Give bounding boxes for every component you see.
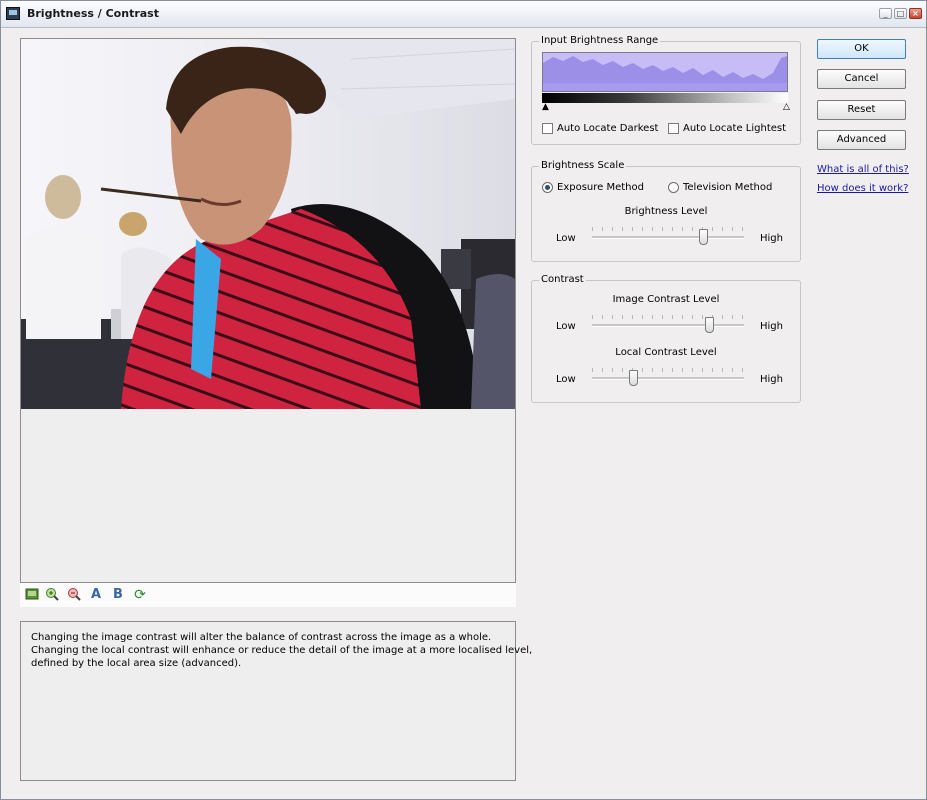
ok-button[interactable]: OK: [817, 39, 906, 59]
slider-thumb[interactable]: [705, 317, 715, 333]
preview-photo: [21, 39, 515, 409]
brightness-scale-group: Brightness Scale Exposure Method Televis…: [531, 160, 801, 262]
local-contrast-slider[interactable]: [592, 366, 744, 386]
radio-button[interactable]: [542, 182, 553, 193]
high-label: High: [760, 321, 783, 332]
slider-thumb[interactable]: [698, 229, 708, 245]
exposure-method-radio[interactable]: Exposure Method: [542, 182, 644, 193]
lightest-marker-icon[interactable]: △: [783, 102, 790, 112]
compare-b-icon[interactable]: B: [110, 587, 126, 603]
description-line: Changing the image contrast will alter t…: [31, 632, 492, 643]
description-line: defined by the local area size (advanced…: [31, 658, 242, 669]
cancel-button[interactable]: Cancel: [817, 69, 906, 89]
close-button[interactable]: ×: [909, 8, 922, 19]
what-is-this-link[interactable]: What is all of this?: [817, 164, 909, 175]
image-contrast-level-label: Image Contrast Level: [612, 294, 720, 305]
advanced-button[interactable]: Advanced: [817, 130, 906, 150]
checkbox-box[interactable]: [542, 123, 553, 134]
title-bar[interactable]: Brightness / Contrast _ □ ×: [1, 1, 926, 28]
compare-a-icon[interactable]: A: [88, 587, 104, 603]
high-label: High: [760, 233, 783, 244]
high-label: High: [760, 374, 783, 385]
brightness-gradient-bar: [542, 93, 788, 103]
radio-button[interactable]: [668, 182, 679, 193]
description-panel: Changing the image contrast will alter t…: [20, 621, 533, 781]
darkest-marker-icon[interactable]: ▲: [542, 102, 549, 112]
auto-darkest-label: Auto Locate Darkest: [557, 123, 659, 134]
auto-darkest-checkbox[interactable]: Auto Locate Darkest: [542, 123, 658, 134]
low-label: Low: [556, 374, 576, 385]
slider-thumb[interactable]: [629, 370, 639, 386]
dialog-window: Brightness / Contrast _ □ × A B ⟳ Changi…: [0, 0, 927, 800]
description-line: Changing the local contrast will enhance…: [31, 645, 533, 656]
image-preview-pane[interactable]: [20, 38, 516, 583]
input-brightness-range-group: Input Brightness Range ▲ △ Auto Locate D…: [531, 35, 801, 145]
brightness-level-label: Brightness Level: [624, 206, 708, 217]
television-method-label: Television Method: [683, 182, 773, 193]
auto-lightest-checkbox[interactable]: Auto Locate Lightest: [668, 123, 786, 134]
reset-button[interactable]: Reset: [817, 100, 906, 120]
preview-toolbar: A B ⟳: [20, 583, 516, 607]
low-label: Low: [556, 233, 576, 244]
brightness-histogram[interactable]: [542, 52, 788, 92]
auto-lightest-label: Auto Locate Lightest: [683, 123, 787, 134]
image-contrast-slider[interactable]: [592, 313, 744, 333]
low-label: Low: [556, 321, 576, 332]
how-does-it-work-link[interactable]: How does it work?: [817, 183, 908, 194]
maximize-button[interactable]: □: [894, 8, 907, 19]
brightness-level-slider[interactable]: [592, 225, 744, 245]
local-contrast-level-label: Local Contrast Level: [615, 347, 717, 358]
minimize-button[interactable]: _: [879, 8, 892, 19]
window-title: Brightness / Contrast: [27, 7, 159, 20]
refresh-icon[interactable]: ⟳: [132, 587, 148, 603]
zoom-in-icon[interactable]: [44, 587, 60, 603]
checkbox-box[interactable]: [668, 123, 679, 134]
group-title: Input Brightness Range: [539, 35, 661, 46]
group-title: Brightness Scale: [539, 160, 627, 171]
app-icon: [6, 7, 20, 20]
image-icon[interactable]: [24, 587, 40, 603]
television-method-radio[interactable]: Television Method: [668, 182, 772, 193]
contrast-group: Contrast Image Contrast Level Low High L…: [531, 274, 801, 403]
exposure-method-label: Exposure Method: [557, 182, 644, 193]
group-title: Contrast: [539, 274, 586, 285]
zoom-out-icon[interactable]: [66, 587, 82, 603]
